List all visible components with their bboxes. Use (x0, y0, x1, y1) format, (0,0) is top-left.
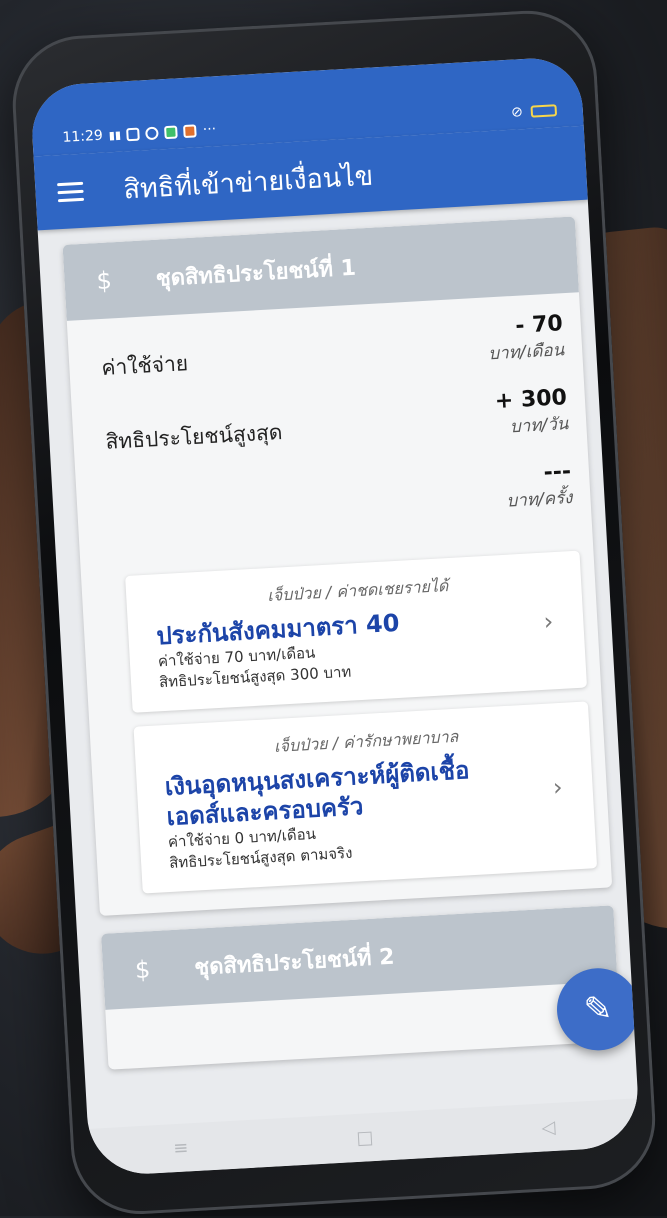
card-title: ชุดสิทธิประโยชน์ที่ 1 (155, 249, 357, 295)
row-unit: บาท/เดือน (488, 336, 565, 367)
mute-icon: ⊘ (511, 104, 524, 121)
notification-icon (127, 127, 141, 141)
benefit-set-card: $ ชุดสิทธิประโยชน์ที่ 1 ค่าใช้จ่าย - 70 … (63, 216, 613, 916)
nav-menu-icon[interactable]: ≡ (173, 1137, 189, 1159)
phone-screen: 11:29 ▮▮ ··· ⊘ สิทธิที่เข้าข่ายเงื่อนไข (30, 56, 641, 1177)
row-unit: บาท/วัน (496, 410, 569, 441)
card-title: ชุดสิทธิประโยชน์ที่ 2 (193, 938, 395, 984)
benefit-item[interactable]: เจ็บป่วย / ค่ารักษาพยาบาล เงินอุดหนุนสงเ… (134, 701, 598, 893)
summary-row-cost: ค่าใช้จ่าย - 70 บาท/เดือน (100, 311, 565, 389)
nav-home-icon[interactable]: □ (356, 1127, 374, 1149)
notification-icon (164, 125, 178, 139)
nav-back-icon[interactable]: ◁ (541, 1116, 556, 1138)
summary-rows: ค่าใช้จ่าย - 70 บาท/เดือน สิทธิประโยชน์ส… (67, 292, 591, 538)
chevron-right-icon: › (543, 607, 554, 635)
benefit-set-card: $ ชุดสิทธิประโยชน์ที่ 2 (101, 905, 621, 1069)
notification-icon (183, 124, 197, 138)
pencil-icon: ✎ (583, 989, 614, 1031)
row-label: ค่าใช้จ่าย (101, 347, 190, 389)
system-nav-bar: ≡ □ ◁ (88, 1098, 641, 1177)
chevron-right-icon: › (552, 772, 563, 800)
menu-icon[interactable] (57, 181, 84, 201)
summary-row-max-benefit: สิทธิประโยชน์สูงสุด + 300 บาท/วัน (104, 385, 569, 463)
more-notifications: ··· (202, 121, 216, 138)
row-label: สิทธิประโยชน์สูงสุด (105, 416, 284, 463)
benefit-item[interactable]: เจ็บป่วย / ค่าชดเชยรายได้ ประกันสังคมมาต… (125, 551, 587, 713)
battery-icon (530, 104, 557, 117)
status-time: 11:29 (62, 128, 103, 146)
row-unit: บาท/ครั้ง (506, 484, 573, 515)
signal-icon: ▮▮ (108, 128, 121, 142)
dollar-icon: $ (96, 266, 113, 295)
dollar-icon: $ (134, 955, 151, 984)
notification-icon (146, 126, 160, 140)
row-value: --- (504, 459, 571, 488)
page-title: สิทธิที่เข้าข่ายเงื่อนไข (122, 153, 374, 210)
phone-frame: 11:29 ▮▮ ··· ⊘ สิทธิที่เข้าข่ายเงื่อนไข (9, 7, 659, 1218)
summary-row-per-time: --- บาท/ครั้ง (108, 459, 573, 537)
content: $ ชุดสิทธิประโยชน์ที่ 1 ค่าใช้จ่าย - 70 … (38, 200, 635, 1071)
